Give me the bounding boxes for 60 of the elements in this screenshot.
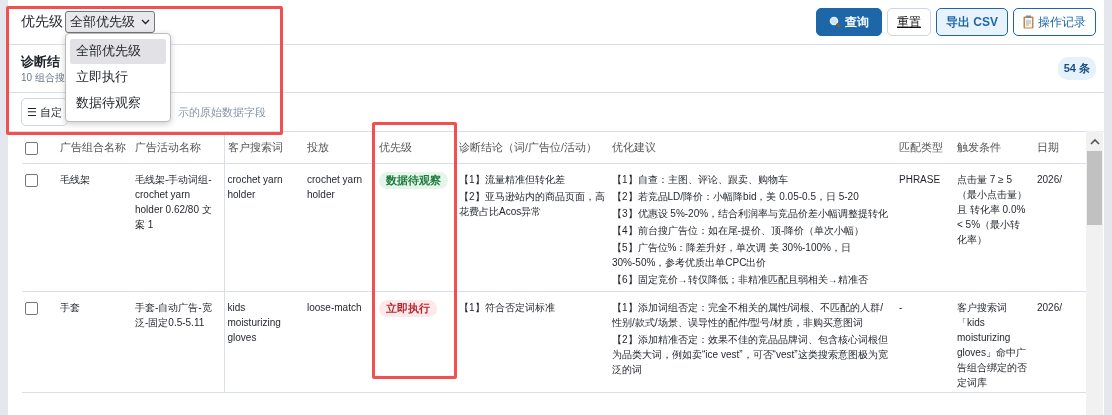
- table-cell: 2026/: [1037, 302, 1063, 313]
- column-header: 广告活动名称: [135, 141, 201, 153]
- toolbar-button[interactable]: 操作记录: [1013, 8, 1096, 36]
- suggestion-text: 【5】广告位%：降差升好，单次调 美 30%-100%，日 30%-50%，参考优质出单CPC出价: [612, 241, 852, 270]
- checkbox[interactable]: [25, 141, 38, 155]
- table-cell: crochet yarn holder: [227, 174, 283, 200]
- toolbar-button[interactable]: 查询: [816, 8, 882, 36]
- toolbar-button[interactable]: 导出 CSV: [936, 8, 1008, 36]
- section-subtitle: 10 组合搜: [21, 70, 65, 85]
- column-header: 投放: [307, 141, 329, 153]
- column-header: 优化建议: [612, 141, 656, 153]
- column-header: 日期: [1037, 141, 1059, 153]
- column-header: 优先级: [379, 141, 412, 153]
- conclusion-text: 【1】符合否定词标准: [459, 301, 556, 315]
- column-header: 诊断结论（词/广告位/活动）: [459, 141, 597, 153]
- caret-icon: [141, 19, 150, 25]
- suggestion-text: 【1】自查：主图、评论、跟卖、购物车: [612, 173, 789, 187]
- table-cell: 手套-自动广告-宽泛-固定0.5-5.11: [135, 302, 212, 328]
- table-cell: 2026/: [1037, 174, 1063, 185]
- table-cell: 客户搜索词「kids moisturizing gloves」命中广告组合绑定的否定词库: [957, 302, 1027, 388]
- dropdown-option[interactable]: 全部优先级: [70, 39, 166, 64]
- table-cell: 毛线架: [60, 174, 90, 185]
- checkbox[interactable]: [25, 173, 38, 187]
- clipboard-icon: [1023, 15, 1034, 29]
- hint-text: 示的原始数据字段: [177, 104, 266, 120]
- dropdown-option[interactable]: 数据待观察: [70, 91, 166, 116]
- suggestion-text: 【4】前台搜广告位：如在尾-提价、顶-降价（单次小幅）: [612, 224, 866, 238]
- table-cell: crochet yarn holder: [307, 174, 363, 200]
- table-cell: 毛线架-手动词组-crochet yarn holder 0.62/80 文案 1: [135, 174, 212, 230]
- scrollbar[interactable]: [1086, 131, 1103, 415]
- columns-button[interactable]: ☰ 自定: [21, 98, 68, 126]
- dropdown-option[interactable]: 立即执行: [70, 65, 166, 90]
- conclusion-text: 【2】亚马逊站内的商品页面，高花费占比Acos异常: [459, 190, 605, 219]
- suggestion-text: 【6】固定竞价→转仅降低；非精准匹配且弱相关→精准否: [612, 273, 869, 287]
- table-cell: 点击量 7 ≥ 5（最小点击量）且 转化率 0.0% < 5%（最小转化率）: [957, 174, 1027, 245]
- count-badge: 54 条: [1057, 57, 1096, 80]
- column-header: 触发条件: [957, 141, 1001, 153]
- priority-badge: 立即执行: [379, 300, 437, 317]
- priority-badge: 数据待观察: [379, 172, 448, 189]
- suggestion-text: 【3】优惠设 5%-20%，结合利润率与竞品价差小幅调整提转化: [612, 207, 890, 221]
- checkbox[interactable]: [25, 301, 38, 315]
- table-cell: loose-match: [307, 302, 362, 313]
- filter-label: 优先级: [21, 13, 63, 31]
- priority-dropdown[interactable]: 全部优先级: [65, 11, 155, 33]
- suggestion-text: 【2】若竞品LD/降价：小幅降bid，美 0.05-0.5，日 5-20: [612, 190, 860, 204]
- suggestion-text: 【2】添加精准否定：效果不佳的竞品品牌词、包含核心词根但为品类大词，例如卖“ice vest”，可否“vest”这类搜索意图极为宽泛的词: [612, 333, 889, 377]
- suggestion-text: 【1】添加词组否定：完全不相关的属性/词根、不匹配的人群/性别/款式/场景、误导性的配件/型号/材质，非购买意图词: [612, 301, 885, 330]
- table-cell: kids moisturizing gloves: [227, 302, 281, 343]
- toolbar-button[interactable]: 重置: [887, 8, 931, 36]
- column-header: 客户搜索词: [227, 141, 283, 153]
- conclusion-text: 【1】流量精准但转化差: [459, 173, 566, 187]
- search-icon: [829, 16, 841, 28]
- column-header: 广告组合名称: [60, 141, 126, 153]
- table-cell: 手套: [60, 302, 80, 313]
- table-cell: -: [899, 302, 903, 313]
- scrollbar-thumb[interactable]: [1087, 151, 1102, 225]
- table-cell: PHRASE: [899, 174, 941, 185]
- scroll-up-icon: [1090, 138, 1100, 145]
- section-title: 诊断结: [21, 52, 61, 71]
- column-header: 匹配类型: [899, 141, 943, 153]
